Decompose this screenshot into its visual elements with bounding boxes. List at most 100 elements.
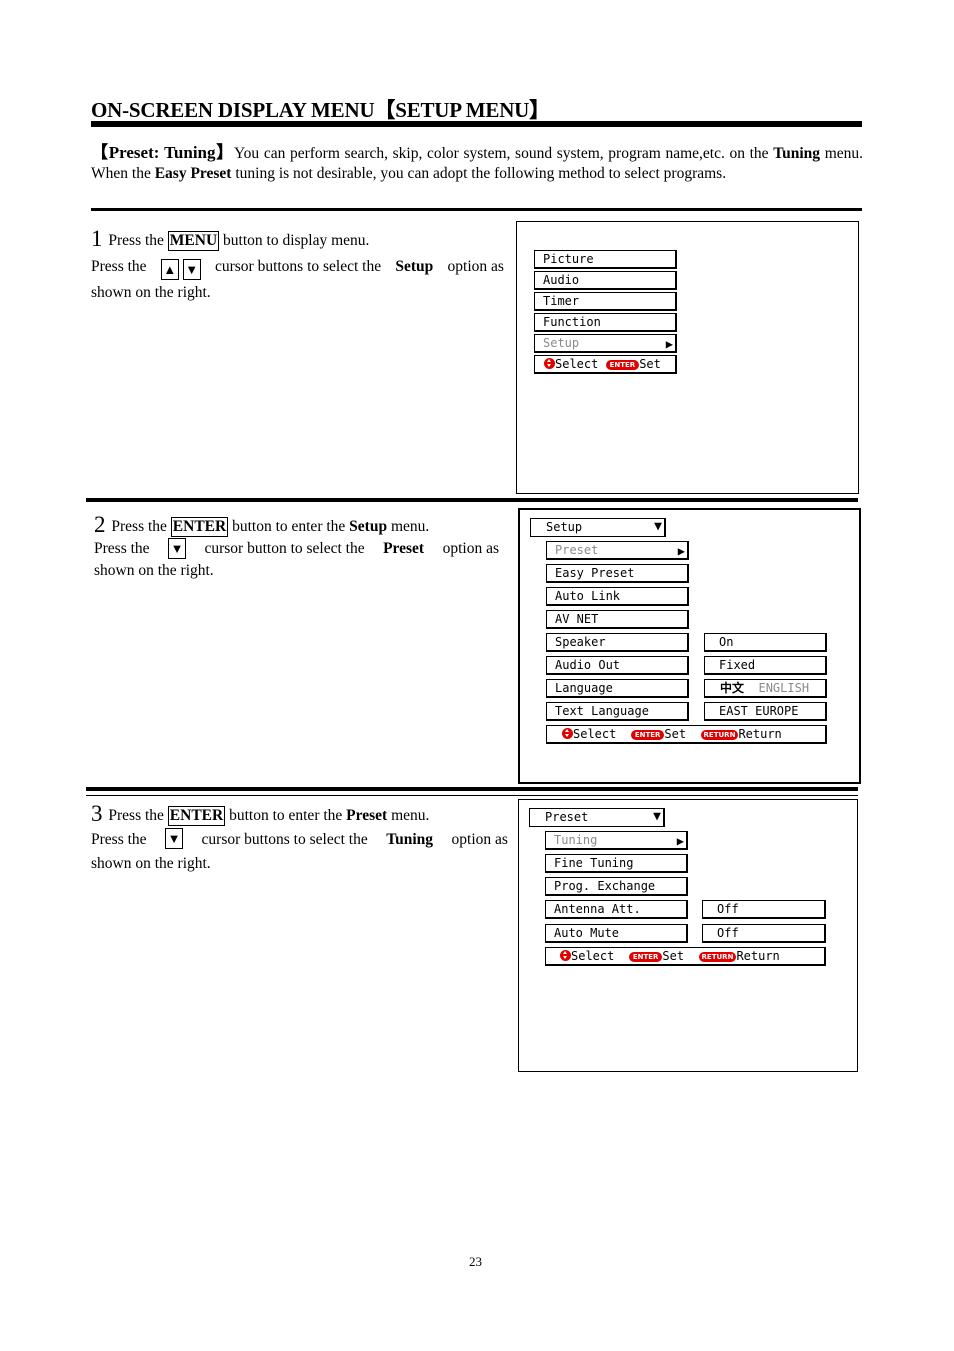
title-rule [91, 121, 862, 127]
footer-return-label: Return [736, 949, 780, 963]
step-number: 3 [91, 801, 103, 826]
text: Press the [94, 540, 150, 557]
language-option-english: ENGLISH [758, 681, 810, 695]
step-2-instructions: 2 Press the ENTER button to enter the Se… [94, 512, 499, 582]
footer-return-label: Return [738, 727, 782, 741]
audio-out-value[interactable]: Fixed [704, 656, 827, 675]
return-badge-icon: RETURN [698, 952, 737, 962]
menu-item-av-net[interactable]: AV NET [546, 610, 689, 629]
menu-header-setup: Setup ▼ [530, 518, 666, 537]
page-title: ON-SCREEN DISPLAY MENU【SETUP MENU】 [91, 98, 550, 122]
section-divider-thin [86, 795, 858, 796]
menu-item-auto-link[interactable]: Auto Link [546, 587, 689, 606]
menu-item-label: Tuning [554, 833, 598, 847]
intro-text: tuning is not desirable, you can adopt t… [231, 165, 727, 182]
bold-preset: Preset [346, 807, 388, 824]
text: Press the [104, 807, 168, 824]
down-arrow-key-icon: ▼ [168, 538, 187, 559]
text: menu. [387, 807, 430, 824]
bold-setup: Setup [395, 258, 434, 275]
text: button to enter the [228, 518, 350, 535]
select-updown-icon [544, 358, 555, 369]
menu-item-label: Preset [555, 543, 599, 557]
text: button to enter the [225, 807, 347, 824]
menu-item-speaker[interactable]: Speaker [546, 633, 689, 652]
menu-item-language[interactable]: Language [546, 679, 689, 698]
osd-screen-preset-menu: Preset ▼ Tuning ▶ Fine Tuning Prog. Exchan… [518, 799, 858, 1072]
menu-item-prog-exchange[interactable]: Prog. Exchange [545, 877, 688, 896]
bold-setup: Setup [349, 518, 388, 535]
language-option-chinese: 中文 [720, 681, 745, 695]
intro-bold-easy-preset: Easy Preset [154, 165, 232, 182]
text: cursor buttons to select the [214, 258, 382, 275]
footer-select-label: Select [555, 357, 599, 371]
osd-screen-main-menu: Picture Audio Timer Function Setup ▶ Sele… [516, 221, 859, 494]
submenu-arrow-icon: ▶ [677, 544, 685, 558]
menu-item-timer[interactable]: Timer [534, 292, 677, 311]
select-updown-icon [560, 950, 571, 961]
text: Press the [91, 258, 147, 275]
menu-item-preset-selected[interactable]: Preset ▶ [546, 541, 689, 560]
menu-key: MENU [167, 231, 220, 251]
menu-item-label: Setup [543, 336, 580, 350]
page-number: 23 [469, 1254, 482, 1269]
text: option as [442, 540, 499, 557]
section-divider [86, 498, 858, 502]
menu-item-auto-mute[interactable]: Auto Mute [545, 924, 688, 943]
text: cursor buttons to select the [201, 831, 368, 848]
enter-key: ENTER [170, 517, 229, 537]
step-number: 2 [94, 512, 106, 537]
osd-screen-setup-menu: Setup ▼ Preset ▶ Easy Preset Auto Link AV … [518, 508, 861, 784]
osd-footer: Select ENTER Set RETURN Return [545, 947, 826, 966]
menu-item-text-language[interactable]: Text Language [546, 702, 689, 721]
dropdown-arrow-icon: ▼ [653, 809, 661, 824]
text: Press the [104, 232, 168, 249]
menu-header-preset: Preset ▼ [529, 808, 665, 827]
menu-item-fine-tuning[interactable]: Fine Tuning [545, 854, 688, 873]
intro-bold-tuning: Tuning [773, 145, 821, 162]
intro-lead: 【Preset: Tuning】 [91, 143, 235, 162]
down-arrow-key-icon: ▼ [182, 259, 201, 280]
text: menu. [387, 518, 430, 535]
intro-text: You can perform search, skip, color syst… [234, 145, 769, 162]
menu-item-tuning-selected[interactable]: Tuning ▶ [545, 831, 688, 850]
submenu-arrow-icon: ▶ [665, 337, 673, 351]
antenna-att-value[interactable]: Off [702, 900, 826, 919]
text: shown on the right. [91, 284, 211, 301]
intro-paragraph: 【Preset: Tuning】You can perform search, … [91, 143, 863, 184]
text: shown on the right. [94, 562, 214, 579]
dropdown-arrow-icon: ▼ [654, 519, 662, 534]
osd-footer: Select ENTER Set [534, 355, 677, 374]
up-arrow-key-icon: ▲ [160, 259, 179, 280]
menu-item-picture[interactable]: Picture [534, 250, 677, 269]
step-3-instructions: 3 Press the ENTER button to enter the Pr… [91, 802, 508, 876]
text: shown on the right. [91, 855, 211, 872]
section-divider [86, 787, 858, 791]
footer-select-label: Select [573, 727, 617, 741]
enter-key: ENTER [167, 806, 226, 826]
enter-badge-icon: ENTER [630, 730, 665, 740]
menu-header-label: Preset [545, 810, 589, 824]
menu-item-audio-out[interactable]: Audio Out [546, 656, 689, 675]
text: cursor button to select the [204, 540, 365, 557]
language-value[interactable]: 中文 ENGLISH [704, 679, 827, 698]
text: option as [447, 258, 504, 275]
select-updown-icon [562, 728, 573, 739]
bold-tuning: Tuning [386, 831, 434, 848]
enter-badge-icon: ENTER [628, 952, 663, 962]
footer-set-label: Set [664, 727, 687, 741]
text-language-value[interactable]: EAST EUROPE [704, 702, 827, 721]
auto-mute-value[interactable]: Off [702, 924, 826, 943]
menu-header-label: Setup [546, 520, 583, 534]
menu-item-function[interactable]: Function [534, 313, 677, 332]
menu-item-audio[interactable]: Audio [534, 271, 677, 290]
bold-preset: Preset [383, 540, 425, 557]
speaker-value[interactable]: On [704, 633, 827, 652]
menu-item-antenna-att[interactable]: Antenna Att. [545, 900, 688, 919]
enter-badge-icon: ENTER [605, 360, 640, 370]
return-badge-icon: RETURN [700, 730, 739, 740]
menu-item-easy-preset[interactable]: Easy Preset [546, 564, 689, 583]
text: Press the [91, 831, 147, 848]
menu-item-setup-selected[interactable]: Setup ▶ [534, 334, 677, 353]
text: option as [451, 831, 508, 848]
